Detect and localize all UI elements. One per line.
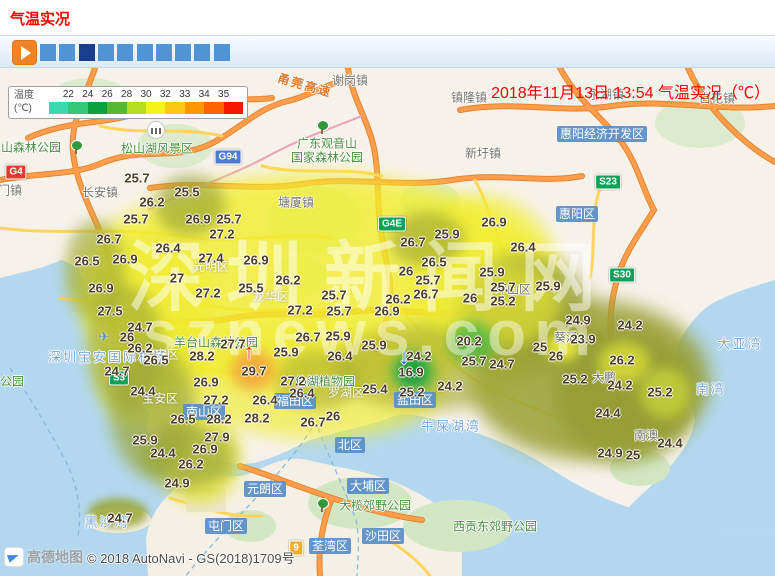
legend-color-block: [146, 102, 165, 114]
weather-map-page: 深圳新闻网 sznews.com 谢岗镇镇隆镇新圩镇塘厦镇长安镇门镇永湖镇白花镇…: [0, 0, 775, 576]
timeline-segment-1[interactable]: [40, 44, 56, 61]
legend-tick: 33: [179, 89, 190, 100]
timeline-segment-9[interactable]: [194, 44, 210, 61]
legend-color-block: [49, 102, 68, 114]
map-attribution: 高德地图 © 2018 AutoNavi - GS(2018)1709号: [4, 547, 295, 567]
page-header: 气温实况: [0, 0, 775, 35]
timeline-segment-10[interactable]: [214, 44, 230, 61]
timeline-segment-6[interactable]: [137, 44, 153, 61]
amap-brand: 高德地图: [27, 547, 83, 567]
timeline-segment-7[interactable]: [156, 44, 172, 61]
timeline-segment-5[interactable]: [117, 44, 133, 61]
legend-color-block: [107, 102, 126, 114]
legend-color-bar: [49, 102, 243, 114]
legend-label: 温度 (℃): [14, 89, 34, 115]
page-title: 气温实况: [10, 8, 70, 29]
legend-tick: 26: [102, 89, 113, 100]
play-button[interactable]: [12, 40, 37, 65]
legend-tick: 24: [82, 89, 93, 100]
amap-logo-icon: [4, 547, 24, 567]
legend-unit: (℃): [14, 102, 34, 115]
legend-title: 温度: [14, 89, 34, 102]
timeline-segment-2[interactable]: [59, 44, 75, 61]
legend-color-block: [68, 102, 87, 114]
legend-tick: 28: [121, 89, 132, 100]
legend-color-block: [224, 102, 243, 114]
watermark-line2: sznews.com: [142, 296, 599, 370]
copyright-text: © 2018 AutoNavi - GS(2018)1709号: [87, 548, 295, 567]
timeline-segment-4[interactable]: [98, 44, 114, 61]
timestamp: 2018年11月13日 13:54 气温实况（℃）: [491, 79, 770, 103]
legend-ticks: 22 24 26 28 30 32 33 34 35: [49, 89, 243, 101]
timeline-segment-8[interactable]: [175, 44, 191, 61]
legend-tick: 34: [199, 89, 210, 100]
legend-tick: 22: [63, 89, 74, 100]
temperature-legend: 温度 (℃) 22 24 26 28 30 32 33 34 35: [8, 86, 248, 119]
legend-tick: 32: [160, 89, 171, 100]
legend-color-block: [204, 102, 223, 114]
legend-tick: 30: [140, 89, 151, 100]
legend-tick: 35: [218, 89, 229, 100]
legend-color-block: [185, 102, 204, 114]
legend-color-block: [88, 102, 107, 114]
legend-color-block: [165, 102, 184, 114]
legend-color-block: [127, 102, 146, 114]
timeline-player: [0, 35, 775, 68]
timeline-segment-3[interactable]: [79, 44, 95, 61]
